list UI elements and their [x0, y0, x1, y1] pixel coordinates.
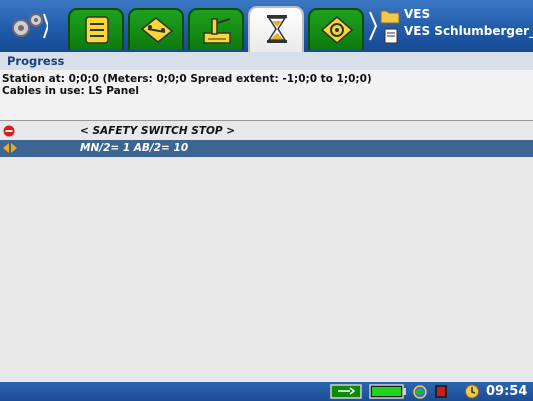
clock-time: 09:54 — [486, 384, 528, 399]
notepad-icon — [85, 16, 109, 44]
section-header: Progress — [0, 52, 533, 70]
window-title: VES VES Schlumberger_4 — [380, 7, 533, 48]
globe-satellite-icon[interactable] — [410, 384, 430, 399]
list-item[interactable]: < SAFETY SWITCH STOP > — [0, 123, 533, 140]
top-toolbar: VES VES Schlumberger_4 — [0, 0, 533, 52]
hourglass-icon — [267, 15, 287, 43]
cables-text: Cables in use: LS Panel — [2, 85, 139, 97]
folder-icon — [380, 10, 400, 24]
tab-notes[interactable] — [68, 8, 124, 50]
electrode-layout-icon — [140, 17, 174, 43]
battery-icon[interactable] — [369, 384, 407, 399]
power-plug-icon[interactable] — [330, 384, 362, 399]
tab-equipment[interactable] — [188, 8, 244, 50]
recording-indicator-icon — [435, 385, 447, 398]
list-item[interactable]: MN/2= 1 AB/2= 10 — [0, 140, 533, 157]
document-icon — [384, 28, 398, 44]
tab-results[interactable] — [308, 8, 364, 50]
app-folder-label: VES — [404, 7, 431, 21]
station-text: Station at: 0;0;0 (Meters: 0;0;0 Spread … — [2, 73, 372, 85]
progress-list[interactable]: < SAFETY SWITCH STOP > MN/2= 1 AB/2= 10 — [0, 120, 533, 383]
tab-progress[interactable] — [248, 6, 304, 52]
gear-diamond-icon — [320, 16, 354, 44]
list-item-label: < SAFETY SWITCH STOP > — [80, 125, 236, 137]
gears-icon[interactable] — [8, 10, 48, 42]
section-title: Progress — [7, 54, 65, 68]
stop-icon — [3, 125, 15, 137]
drill-rig-icon — [203, 18, 231, 44]
chevron-right-icon — [369, 11, 378, 41]
clock-icon — [465, 384, 479, 399]
tab-layout[interactable] — [128, 8, 184, 50]
list-item-label: MN/2= 1 AB/2= 10 — [80, 142, 189, 154]
status-bar: 09:54 — [0, 382, 533, 401]
spread-arrows-icon — [3, 143, 17, 153]
station-info-panel: Station at: 0;0;0 (Meters: 0;0;0 Spread … — [0, 70, 533, 120]
file-name-label: VES Schlumberger_4 — [404, 24, 533, 38]
